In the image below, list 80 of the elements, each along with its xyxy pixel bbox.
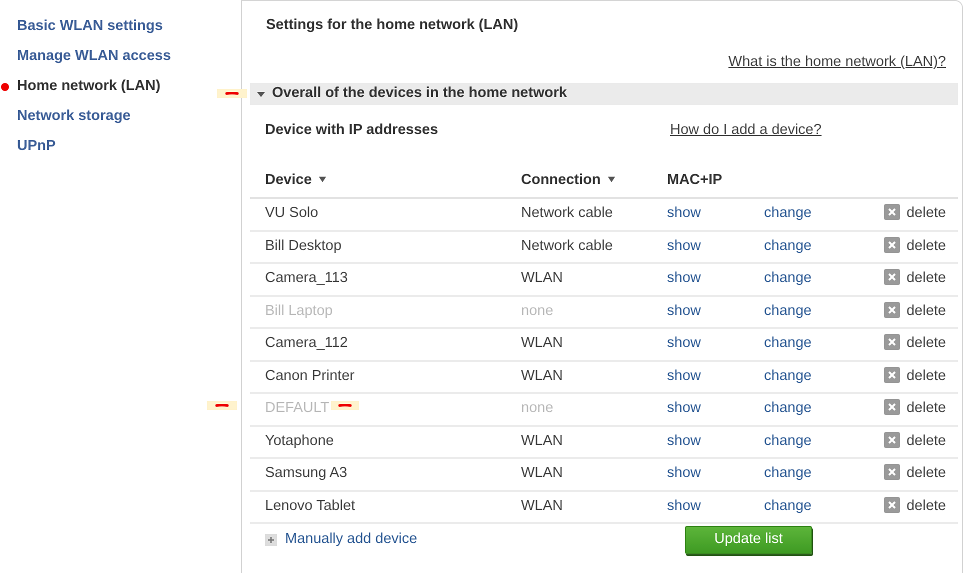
table-cell: DEFAULT [265, 400, 330, 416]
change-link[interactable]: change [764, 335, 812, 352]
close-icon[interactable] [884, 464, 900, 480]
sort-caret-icon[interactable] [606, 175, 616, 184]
show-link[interactable]: show [667, 400, 701, 416]
caret-icon[interactable] [256, 89, 266, 99]
sidebar-item[interactable]: Basic WLAN settings [0, 12, 241, 42]
show-link[interactable]: show [667, 465, 701, 482]
table-cell: Network cable [506, 230, 652, 263]
section-header[interactable]: Overall of the devices in the home network [250, 83, 958, 105]
close-icon[interactable] [884, 366, 900, 383]
delete-link[interactable]: delete [906, 498, 946, 514]
show-link[interactable]: show [667, 205, 701, 222]
table-cell: WLAN [506, 490, 652, 523]
close-icon[interactable] [884, 236, 900, 253]
table-cell: Lenovo Tablet [265, 498, 356, 514]
sidebar-item[interactable]: Home network (LAN) [0, 72, 241, 102]
change-link[interactable]: change [764, 432, 812, 449]
table-cell: Yotaphone [265, 432, 334, 449]
change-link[interactable]: change [764, 498, 812, 514]
column-header[interactable]: Device [265, 172, 312, 188]
show-link[interactable]: show [667, 238, 701, 254]
close-icon[interactable] [884, 302, 900, 318]
delete-link[interactable]: delete [906, 205, 946, 222]
delete-link[interactable]: delete [906, 270, 946, 286]
delete-link[interactable]: delete [906, 335, 946, 352]
delete-link[interactable]: delete [906, 400, 946, 416]
table-cell: Canon Printer [265, 368, 354, 384]
table-cell: WLAN [506, 458, 652, 490]
subheading: Device with IP addresses [265, 121, 440, 140]
table-cell: Bill Desktop [265, 238, 342, 254]
close-icon[interactable] [884, 399, 900, 416]
close-icon[interactable] [884, 204, 900, 220]
change-link[interactable]: change [764, 238, 812, 254]
change-link[interactable]: change [764, 400, 812, 416]
column-header: MAC+IP [667, 172, 722, 188]
add-device-link[interactable]: Manually add device [285, 529, 418, 551]
show-link[interactable]: show [667, 368, 701, 384]
column-header[interactable]: Connection [521, 172, 601, 188]
table-cell: Camera_113 [265, 270, 348, 286]
sidebar-item[interactable]: UPnP [0, 132, 241, 162]
show-link[interactable]: show [667, 335, 701, 352]
change-link[interactable]: change [764, 205, 812, 222]
table-cell: WLAN [506, 328, 652, 360]
section-title: Overall of the devices in the home network [272, 84, 567, 104]
delete-link[interactable]: delete [906, 368, 946, 384]
change-link[interactable]: change [764, 270, 812, 286]
sidebar-item[interactable]: Manage WLAN access [0, 42, 241, 72]
show-link[interactable]: show [667, 432, 701, 449]
sort-caret-icon[interactable] [318, 175, 327, 184]
table-cell: none [506, 393, 652, 426]
show-link[interactable]: show [667, 302, 701, 319]
plus-icon[interactable] [265, 534, 277, 546]
close-icon[interactable] [884, 432, 900, 448]
show-link[interactable]: show [667, 270, 701, 286]
close-icon[interactable] [884, 496, 900, 513]
table-cell: Network cable [506, 198, 652, 230]
table-cell: WLAN [506, 360, 652, 393]
change-link[interactable]: change [764, 302, 812, 319]
delete-link[interactable]: delete [906, 238, 946, 254]
close-icon[interactable] [884, 269, 900, 286]
table-cell: VU Solo [265, 205, 318, 222]
delete-link[interactable]: delete [906, 465, 946, 482]
delete-link[interactable]: delete [906, 302, 946, 319]
table-cell: Samsung A3 [265, 465, 348, 482]
show-link[interactable]: show [667, 498, 701, 514]
close-icon[interactable] [884, 334, 900, 350]
change-link[interactable]: change [764, 368, 812, 384]
table-cell: Bill Laptop [265, 302, 333, 319]
table-cell: WLAN [506, 263, 652, 296]
help-link[interactable]: What is the home network (LAN)? [728, 52, 946, 83]
table-cell: none [506, 296, 652, 328]
change-link[interactable]: change [764, 465, 812, 482]
table-cell: Camera_112 [265, 335, 348, 352]
selected-dot-icon [1, 83, 9, 91]
page-title: Settings for the home network (LAN) [265, 16, 520, 35]
help-link[interactable]: How do I add a device? [670, 120, 822, 142]
sidebar-item[interactable]: Network storage [0, 102, 241, 132]
delete-link[interactable]: delete [906, 432, 946, 449]
table-cell: WLAN [506, 426, 652, 458]
